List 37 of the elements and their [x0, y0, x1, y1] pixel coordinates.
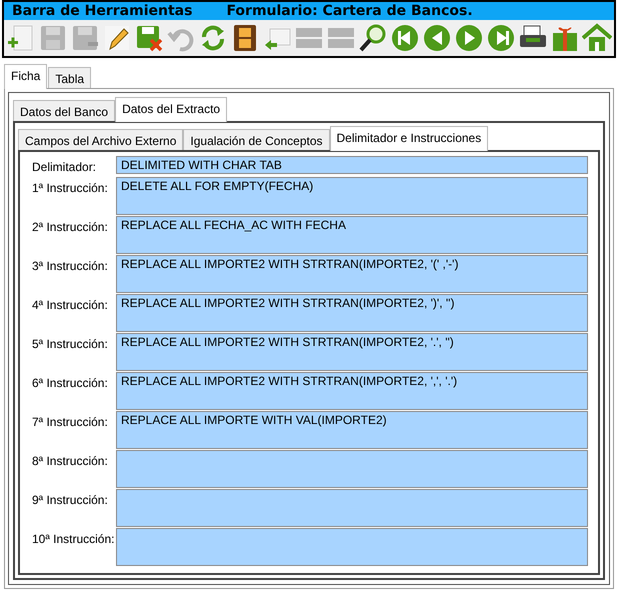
tab[interactable]: Igualación de Conceptos	[183, 129, 330, 150]
text-field[interactable]: DELIMITED WITH CHAR TAB	[116, 156, 588, 174]
tab[interactable]: Campos del Archivo Externo	[18, 129, 184, 150]
field-label: 5ª Instrucción:	[31, 336, 109, 353]
text-area[interactable]: REPLACE ALL IMPORTE2 WITH STRTRAN(IMPORTE2, ',', '.')	[116, 372, 588, 410]
text-area[interactable]: REPLACE ALL IMPORTE2 WITH STRTRAN(IMPORTE2, '.', '')	[116, 333, 588, 371]
tab[interactable]: Ficha	[4, 64, 48, 89]
field-label: Delimitador:	[31, 159, 98, 176]
text-area[interactable]	[116, 450, 588, 488]
toolbar-title: Barra de Herramientas	[12, 2, 192, 20]
play-back-icon[interactable]	[422, 23, 452, 53]
text-area[interactable]: DELETE ALL FOR EMPTY(FECHA)	[116, 177, 588, 215]
tab[interactable]: Delimitador e Instrucciones	[330, 126, 488, 151]
text-area[interactable]: REPLACE ALL IMPORTE WITH VAL(IMPORTE2)	[116, 411, 588, 449]
play-icon[interactable]	[454, 23, 484, 53]
form-title: Formulario: Cartera de Bancos.	[226, 2, 473, 20]
text-area[interactable]: REPLACE ALL IMPORTE2 WITH STRTRAN(IMPORTE2, '(' ,'-')	[116, 255, 588, 293]
search-icon[interactable]	[358, 23, 388, 53]
field-label: 10ª Instrucción:	[31, 531, 116, 548]
text-area[interactable]	[116, 489, 588, 527]
tab[interactable]: Datos del Banco	[13, 100, 116, 121]
field-label: 2ª Instrucción:	[31, 219, 109, 236]
field-label: 3ª Instrucción:	[31, 258, 109, 275]
field-label: 9ª Instrucción:	[31, 492, 109, 509]
tab[interactable]: Tabla	[48, 67, 92, 88]
text-area[interactable]: REPLACE ALL FECHA_AC WITH FECHA	[116, 216, 588, 254]
field-label: 8ª Instrucción:	[31, 453, 109, 470]
field-label: 7ª Instrucción:	[31, 414, 109, 431]
pencil-icon[interactable]	[102, 23, 132, 53]
field-label: 6ª Instrucción:	[31, 375, 109, 392]
home-icon[interactable]	[582, 23, 612, 53]
field-label: 1ª Instrucción:	[31, 180, 109, 197]
floppy-disk-cross-icon[interactable]	[134, 23, 164, 53]
text-area[interactable]	[116, 528, 588, 566]
text-area[interactable]: REPLACE ALL IMPORTE2 WITH STRTRAN(IMPORTE2, ')', '')	[116, 294, 588, 332]
field-label: 4ª Instrucción:	[31, 297, 109, 314]
tab[interactable]: Datos del Extracto	[115, 97, 228, 122]
